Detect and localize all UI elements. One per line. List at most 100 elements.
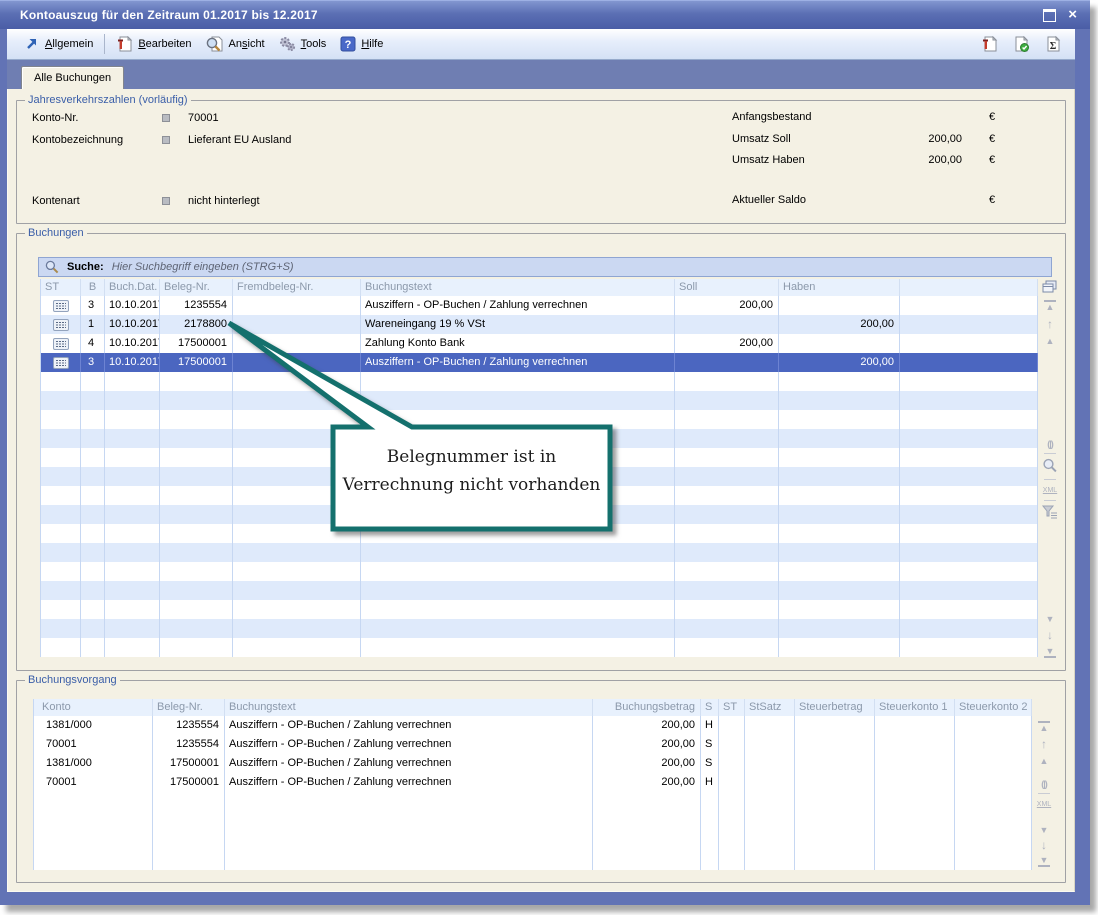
filter-icon[interactable] xyxy=(1041,505,1059,519)
col-konto[interactable]: Konto xyxy=(34,699,153,716)
tab-alle-buchungen[interactable]: Alle Buchungen xyxy=(21,66,124,89)
search-label: Suche: xyxy=(67,261,104,273)
title-bar[interactable]: Kontoauszug für den Zeitraum 01.2017 bis… xyxy=(0,0,1090,29)
col-st[interactable]: ST xyxy=(41,279,81,296)
table-row[interactable]: 70001 17500001 Ausziffern - OP-Buchen / … xyxy=(34,773,1032,792)
st-cell xyxy=(41,315,81,334)
xml-export-icon[interactable] xyxy=(1041,484,1059,496)
col-stsatz[interactable]: StSatz xyxy=(745,699,795,716)
scroll-down-icon[interactable] xyxy=(1041,614,1059,624)
table-row[interactable]: 1 10.10.2017 2178800 Wareneingang 19 % V… xyxy=(41,315,1038,334)
menu-bearbeiten[interactable]: Bearbeiten xyxy=(109,34,198,54)
scroll-down-icon[interactable] xyxy=(1035,825,1053,835)
bookings-table-header[interactable]: ST B Buch.Dat. Beleg-Nr. Fremdbeleg-Nr. … xyxy=(41,279,1038,296)
col-beleg-nr[interactable]: Beleg-Nr. xyxy=(160,279,233,296)
field-bullet xyxy=(162,136,170,144)
cell-date: 10.10.2017 xyxy=(105,315,160,334)
scroll-page-up-icon[interactable] xyxy=(1035,739,1053,750)
st-cell xyxy=(41,353,81,372)
transaction-filler xyxy=(34,792,1032,870)
menu-ansicht[interactable]: Ansicht xyxy=(199,34,272,54)
cell-b: 3 xyxy=(81,353,105,372)
cell-s: S xyxy=(701,735,719,754)
currency-symbol: € xyxy=(989,133,995,145)
scroll-up-icon[interactable] xyxy=(1035,756,1053,766)
table-row-empty xyxy=(41,619,1038,638)
cell-beleg: 1235554 xyxy=(153,735,225,754)
menu-tools[interactable]: Tools xyxy=(272,34,334,54)
col-buchungstext[interactable]: Buchungstext xyxy=(361,279,675,296)
column-chooser-icon[interactable] xyxy=(1041,280,1059,293)
document-sum-button[interactable]: Σ xyxy=(1045,36,1062,52)
cell-beleg: 2178800 xyxy=(160,315,233,334)
field-bullet xyxy=(162,197,170,205)
scroll-to-top-icon[interactable] xyxy=(1041,300,1059,312)
field-kontobezeichnung: Kontobezeichnung Lieferant EU Ausland xyxy=(32,133,291,147)
cell-b: 3 xyxy=(81,296,105,315)
group-legend: Buchungen xyxy=(25,226,87,240)
xml-export-icon[interactable] xyxy=(1035,798,1053,810)
col-extra xyxy=(900,279,1038,296)
cell-beleg: 17500001 xyxy=(160,334,233,353)
col-st[interactable]: ST xyxy=(719,699,745,716)
col-haben[interactable]: Haben xyxy=(779,279,900,296)
cell-text: Ausziffern - OP-Buchen / Zahlung verrech… xyxy=(361,296,675,315)
st-cell xyxy=(41,296,81,315)
edit-document-button[interactable] xyxy=(981,36,998,52)
table-row[interactable]: 1381/000 1235554 Ausziffern - OP-Buchen … xyxy=(34,716,1032,735)
scroll-to-bottom-icon[interactable] xyxy=(1035,855,1053,867)
scroll-up-icon[interactable] xyxy=(1041,336,1059,346)
menu-hilfe[interactable]: ? Hilfe xyxy=(333,34,390,54)
bookings-filler xyxy=(41,372,1038,657)
cell-beleg: 1235554 xyxy=(160,296,233,315)
search-bar[interactable]: Suche: xyxy=(38,257,1052,277)
table-row-selected[interactable]: 3 10.10.2017 17500001 Ausziffern - OP-Bu… xyxy=(41,353,1038,372)
col-steuerbetrag[interactable]: Steuerbetrag xyxy=(795,699,875,716)
document-check-button[interactable] xyxy=(1013,36,1030,52)
col-steuerkonto-2[interactable]: Steuerkonto 2 xyxy=(955,699,1032,716)
brackets-icon[interactable] xyxy=(1035,779,1053,789)
field-aktueller-saldo-label: Aktueller Saldo xyxy=(732,194,806,206)
table-row-empty xyxy=(41,391,1038,410)
close-icon[interactable]: × xyxy=(1068,8,1077,22)
cell-beleg: 17500001 xyxy=(160,353,233,372)
callout-line-2: Verrechnung nicht vorhanden xyxy=(335,471,608,499)
zoom-icon[interactable] xyxy=(1041,458,1059,473)
scroll-to-top-icon[interactable] xyxy=(1035,721,1053,733)
tab-strip: Alle Buchungen xyxy=(7,60,1075,89)
col-buchungstext[interactable]: Buchungstext xyxy=(225,699,593,716)
restore-icon[interactable] xyxy=(1043,9,1056,22)
screenshot-root: Kontoauszug für den Zeitraum 01.2017 bis… xyxy=(0,0,1098,915)
scroll-page-up-icon[interactable] xyxy=(1041,319,1059,330)
table-row[interactable]: 3 10.10.2017 1235554 Ausziffern - OP-Buc… xyxy=(41,296,1038,315)
edit-document-icon xyxy=(116,36,133,52)
cell-beleg: 17500001 xyxy=(153,754,225,773)
col-s[interactable]: S xyxy=(701,699,719,716)
table-row[interactable]: 4 10.10.2017 17500001 Zahlung Konto Bank… xyxy=(41,334,1038,353)
col-beleg-nr[interactable]: Beleg-Nr. xyxy=(153,699,225,716)
search-input[interactable] xyxy=(110,260,1045,274)
cell-date: 10.10.2017 xyxy=(105,353,160,372)
cell-fremd xyxy=(233,353,361,372)
nav-separator xyxy=(1044,500,1056,501)
scroll-page-down-icon[interactable] xyxy=(1035,840,1053,851)
cell-haben: 200,00 xyxy=(779,315,900,334)
col-steuerkonto-1[interactable]: Steuerkonto 1 xyxy=(875,699,955,716)
menu-allgemein[interactable]: Allgemein xyxy=(17,34,100,54)
nav-separator xyxy=(1044,479,1056,480)
table-row[interactable]: 70001 1235554 Ausziffern - OP-Buchen / Z… xyxy=(34,735,1032,754)
booking-record-icon xyxy=(53,357,69,369)
brackets-icon[interactable] xyxy=(1041,439,1059,449)
table-row[interactable]: 1381/000 17500001 Ausziffern - OP-Buchen… xyxy=(34,754,1032,773)
col-buchdat[interactable]: Buch.Dat. xyxy=(105,279,160,296)
col-buchungsbetrag[interactable]: Buchungsbetrag xyxy=(593,699,701,716)
group-legend: Jahresverkehrszahlen (vorläufig) xyxy=(25,93,191,107)
col-soll[interactable]: Soll xyxy=(675,279,779,296)
scroll-to-bottom-icon[interactable] xyxy=(1041,646,1059,658)
col-b[interactable]: B xyxy=(81,279,105,296)
transaction-table-header[interactable]: Konto Beleg-Nr. Buchungstext Buchungsbet… xyxy=(34,699,1032,716)
table-row-empty xyxy=(41,600,1038,619)
scroll-page-down-icon[interactable] xyxy=(1041,630,1059,641)
currency-symbol: € xyxy=(989,194,995,206)
col-fremdbeleg-nr[interactable]: Fremdbeleg-Nr. xyxy=(233,279,361,296)
